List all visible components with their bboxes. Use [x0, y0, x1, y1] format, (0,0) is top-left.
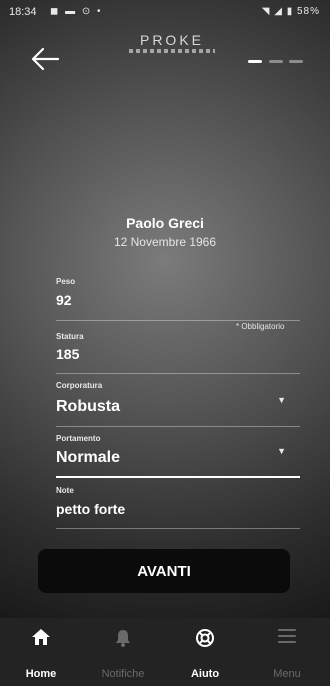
- home-icon: [32, 629, 50, 645]
- arrow-left-icon: [31, 47, 60, 71]
- tab-home-label: Home: [25, 668, 57, 680]
- posture-value: Normale: [56, 449, 121, 466]
- chevron-down-icon: ▼: [277, 446, 286, 456]
- tab-help[interactable]: Aiuto: [164, 618, 246, 686]
- tab-home[interactable]: Home: [0, 618, 82, 686]
- brand-logo: PROKE: [124, 32, 220, 62]
- status-time: 18:34: [9, 6, 37, 18]
- required-note: * Obbligatorio: [236, 322, 285, 331]
- step-1-active: [248, 60, 262, 63]
- bell-icon: [116, 630, 130, 647]
- weight-value: 92: [56, 292, 72, 308]
- build-select[interactable]: Corporatura Robusta ▼: [56, 381, 300, 427]
- notes-value: petto forte: [56, 501, 126, 517]
- logo-text: PROKE: [139, 32, 204, 48]
- height-field[interactable]: Statura 185: [56, 332, 300, 374]
- weight-label: Peso: [56, 277, 76, 286]
- status-right-group: ◥ ◢ ▮ 58%: [262, 6, 320, 17]
- height-label: Statura: [56, 332, 84, 341]
- tab-menu[interactable]: Menu: [246, 618, 328, 686]
- profile-name: Paolo Greci: [126, 215, 204, 231]
- next-button[interactable]: AVANTI: [38, 549, 290, 593]
- chevron-down-icon: ▼: [277, 395, 286, 405]
- height-value: 185: [56, 346, 80, 362]
- tab-menu-label: Menu: [273, 668, 301, 680]
- status-notification-icons: ◼ ▬ ⊙ •: [50, 6, 103, 17]
- step-2: [269, 60, 283, 63]
- signal-icon: ◥ ◢ ▮: [261, 6, 294, 17]
- menu-icon: [278, 629, 296, 643]
- posture-label: Portamento: [56, 434, 101, 443]
- back-button[interactable]: [30, 47, 60, 71]
- build-label: Corporatura: [56, 381, 103, 390]
- battery-level: 58%: [296, 6, 320, 17]
- tab-help-label: Aiuto: [190, 668, 220, 680]
- tab-notifications-label: Notifiche: [101, 668, 145, 680]
- logo-decoration: [129, 49, 215, 53]
- profile-birth-date: 12 Novembre 1966: [113, 235, 217, 249]
- step-3: [289, 60, 303, 63]
- tab-notifications[interactable]: Notifiche: [82, 618, 164, 686]
- weight-field[interactable]: Peso 92: [56, 277, 300, 321]
- build-value: Robusta: [56, 398, 120, 415]
- posture-select[interactable]: Portamento Normale ▼: [56, 434, 300, 478]
- status-bar: 18:34 ◼ ▬ ⊙ • ◥ ◢ ▮ 58%: [0, 0, 330, 26]
- bottom-tab-bar: Home Notifiche Aiuto Menu: [0, 618, 330, 686]
- lifebuoy-icon: [196, 629, 214, 647]
- notes-field[interactable]: Note petto forte: [56, 486, 300, 529]
- notes-label: Note: [56, 486, 74, 495]
